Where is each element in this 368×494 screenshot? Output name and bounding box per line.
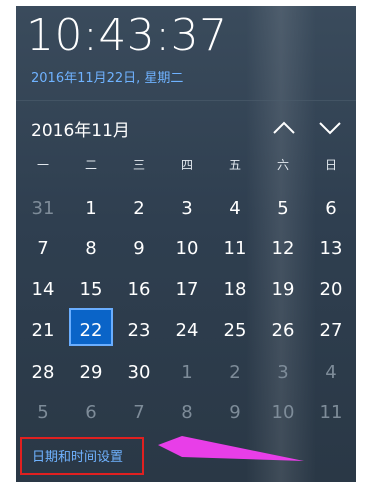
day-cell[interactable]: 28 bbox=[19, 354, 67, 392]
weekday-mon: 一 bbox=[36, 158, 49, 172]
day-cell[interactable]: 31 bbox=[19, 190, 67, 228]
weekday-sat: 六 bbox=[276, 158, 289, 172]
divider bbox=[16, 100, 356, 101]
clock-calendar-flyout: 10:43:37 2016年11月22日, 星期二 2016年11月 一 二 三… bbox=[16, 6, 356, 482]
day-cell[interactable]: 3 bbox=[163, 190, 211, 228]
day-cell[interactable]: 17 bbox=[163, 271, 211, 309]
day-cell[interactable]: 7 bbox=[115, 394, 163, 432]
next-month-button[interactable] bbox=[314, 114, 346, 140]
weekday-header: 一 二 三 四 五 六 日 bbox=[16, 156, 356, 176]
weekday-thu: 四 bbox=[180, 158, 193, 172]
day-cell[interactable]: 1 bbox=[163, 354, 211, 392]
day-cell[interactable]: 3 bbox=[259, 354, 307, 392]
day-cell[interactable]: 8 bbox=[163, 394, 211, 432]
day-cell[interactable]: 10 bbox=[163, 230, 211, 268]
day-cell-today[interactable]: 22 bbox=[67, 312, 115, 350]
day-cell[interactable]: 5 bbox=[19, 394, 67, 432]
day-cell[interactable]: 16 bbox=[115, 271, 163, 309]
weekday-tue: 二 bbox=[84, 158, 97, 172]
day-cell[interactable]: 2 bbox=[115, 190, 163, 228]
calendar-grid: 31 1 2 3 4 5 6 7 8 9 10 11 12 13 14 15 16 17 18 19 20 21 22 23 2… bbox=[16, 190, 356, 430]
day-cell[interactable]: 19 bbox=[259, 271, 307, 309]
day-cell[interactable]: 2 bbox=[211, 354, 259, 392]
day-cell[interactable]: 1 bbox=[67, 190, 115, 228]
day-cell[interactable]: 6 bbox=[307, 190, 355, 228]
day-cell[interactable]: 11 bbox=[307, 394, 355, 432]
day-cell[interactable]: 30 bbox=[115, 354, 163, 392]
day-cell[interactable]: 9 bbox=[211, 394, 259, 432]
day-cell[interactable]: 9 bbox=[115, 230, 163, 268]
day-cell[interactable]: 14 bbox=[19, 271, 67, 309]
day-cell[interactable]: 15 bbox=[67, 271, 115, 309]
day-cell[interactable]: 27 bbox=[307, 312, 355, 350]
date-time-settings-link[interactable]: 日期和时间设置 bbox=[20, 437, 144, 475]
day-cell[interactable]: 23 bbox=[115, 312, 163, 350]
weekday-wed: 三 bbox=[132, 158, 145, 172]
current-date-link[interactable]: 2016年11月22日, 星期二 bbox=[31, 67, 183, 86]
day-cell[interactable]: 11 bbox=[211, 230, 259, 268]
chevron-down-icon bbox=[319, 122, 341, 135]
day-cell[interactable]: 4 bbox=[211, 190, 259, 228]
day-cell[interactable]: 26 bbox=[259, 312, 307, 350]
day-cell[interactable]: 20 bbox=[307, 271, 355, 309]
day-cell[interactable]: 12 bbox=[259, 230, 307, 268]
day-cell[interactable]: 5 bbox=[259, 190, 307, 228]
clock-time: 10:43:37 bbox=[26, 10, 228, 61]
day-cell[interactable]: 8 bbox=[67, 230, 115, 268]
day-cell[interactable]: 10 bbox=[259, 394, 307, 432]
day-cell[interactable]: 18 bbox=[211, 271, 259, 309]
day-cell[interactable]: 6 bbox=[67, 394, 115, 432]
month-title[interactable]: 2016年11月 bbox=[31, 116, 130, 141]
day-cell[interactable]: 29 bbox=[67, 354, 115, 392]
weekday-sun: 日 bbox=[324, 158, 337, 172]
weekday-fri: 五 bbox=[228, 158, 241, 172]
day-cell[interactable]: 4 bbox=[307, 354, 355, 392]
chevron-up-icon bbox=[273, 121, 295, 134]
day-cell[interactable]: 24 bbox=[163, 312, 211, 350]
day-cell[interactable]: 7 bbox=[19, 230, 67, 268]
previous-month-button[interactable] bbox=[268, 114, 300, 140]
day-cell[interactable]: 25 bbox=[211, 312, 259, 350]
day-cell[interactable]: 21 bbox=[19, 312, 67, 350]
day-cell[interactable]: 13 bbox=[307, 230, 355, 268]
